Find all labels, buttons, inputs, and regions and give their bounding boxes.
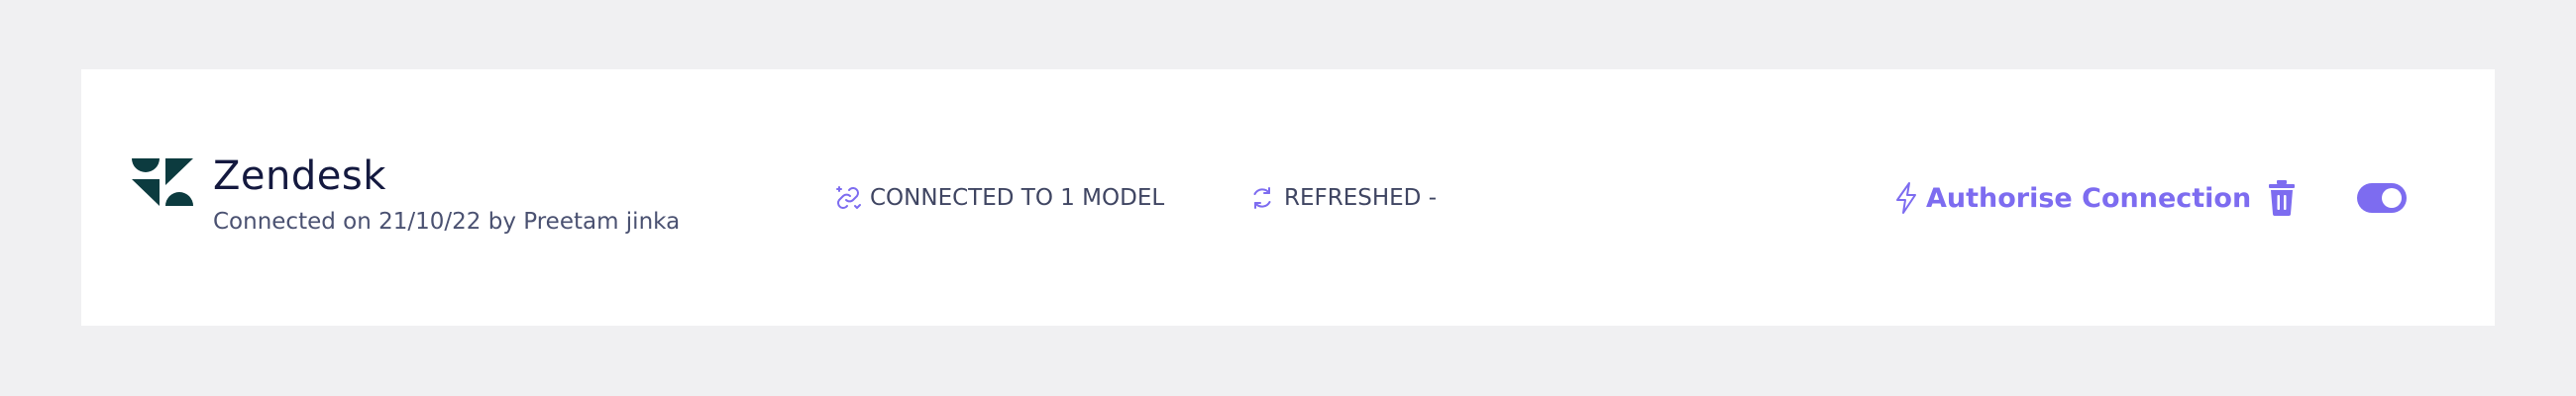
toggle-knob <box>2382 188 2402 208</box>
trash-icon[interactable] <box>2267 180 2297 216</box>
connected-info: Connected on 21/10/22 by Preetam jinka <box>213 209 681 235</box>
zendesk-logo-icon <box>132 158 193 206</box>
lightning-bolt-icon <box>1896 182 1916 214</box>
link-refresh-icon <box>836 186 861 209</box>
integration-name: Zendesk <box>213 153 386 199</box>
refresh-status-label: REFRESHED - <box>1284 185 1438 211</box>
connected-models-status: CONNECTED TO 1 MODEL <box>834 183 1164 213</box>
connection-toggle[interactable] <box>2357 183 2407 213</box>
integration-card: Zendesk Connected on 21/10/22 by Preetam… <box>81 69 2495 326</box>
authorise-connection-label: Authorise Connection <box>1926 182 2252 214</box>
refresh-status: REFRESHED - <box>1248 183 1437 213</box>
authorise-connection-button[interactable]: Authorise Connection <box>1894 180 2251 216</box>
connected-models-label: CONNECTED TO 1 MODEL <box>870 185 1165 211</box>
refresh-icon <box>1253 187 1271 209</box>
